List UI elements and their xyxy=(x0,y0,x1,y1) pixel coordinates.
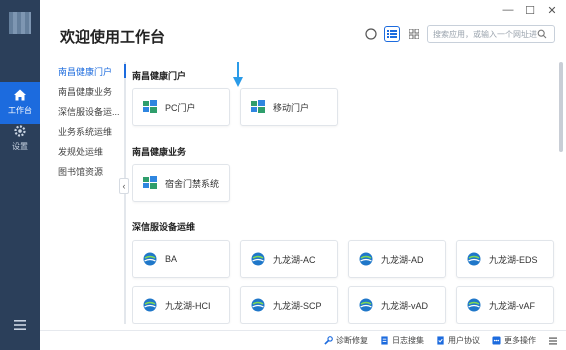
agreement-icon xyxy=(437,336,444,345)
nav-item-system-ops[interactable]: 业务系统运维 xyxy=(58,122,124,142)
footer-label: 更多操作 xyxy=(504,336,536,345)
sangfor-icon xyxy=(359,298,373,312)
app-card-label: PC门户 xyxy=(165,102,196,113)
minimize-button[interactable]: — xyxy=(502,4,514,17)
wrench-icon xyxy=(324,336,333,345)
app-card-label: 移动门户 xyxy=(273,102,310,113)
app-card-jlh-eds[interactable]: 九龙湖-EDS xyxy=(456,240,554,278)
list-view-button[interactable] xyxy=(384,26,400,42)
diagnose-repair-button[interactable]: 诊断修复 xyxy=(324,335,368,346)
sangfor-icon xyxy=(143,298,157,312)
close-button[interactable]: ✕ xyxy=(546,4,558,17)
rail-item-settings[interactable]: 设置 xyxy=(0,118,40,160)
footer-label: 日志搜集 xyxy=(392,336,424,345)
grid-icon xyxy=(409,29,419,39)
grid-view-button[interactable] xyxy=(406,26,422,42)
content-scrollbar[interactable] xyxy=(559,62,563,152)
app-card-jlh-ad[interactable]: 九龙湖-AD xyxy=(348,240,446,278)
more-actions-button[interactable]: 更多操作 xyxy=(492,335,536,346)
nav-item-portal[interactable]: 南昌健康门户 xyxy=(58,62,124,82)
sangfor-icon xyxy=(467,252,481,266)
app-card-pc-portal[interactable]: PC门户 xyxy=(132,88,230,126)
search-input[interactable] xyxy=(433,29,537,39)
home-icon xyxy=(14,89,26,101)
nav-active-indicator xyxy=(124,64,126,78)
list-menu-icon[interactable] xyxy=(548,336,558,346)
sangfor-icon xyxy=(359,252,373,266)
windows-icon xyxy=(143,176,157,189)
sangfor-icon xyxy=(143,252,157,266)
menu-icon[interactable] xyxy=(12,318,28,332)
app-card-mobile-portal[interactable]: 移动门户 xyxy=(240,88,338,126)
app-card-jlh-hci[interactable]: 九龙湖-HCI xyxy=(132,286,230,324)
app-card-label: 九龙湖-vAF xyxy=(489,300,535,311)
main-panel: — ☐ ✕ 欢迎使用工作台 南昌健康门户 南昌健康业务 深信服设备运... 业务… xyxy=(40,0,566,350)
circle-icon[interactable] xyxy=(364,27,378,41)
app-card-label: 九龙湖-AD xyxy=(381,254,424,265)
rail-item-label: 工作台 xyxy=(8,106,32,115)
nav-item-library[interactable]: 图书馆资源 xyxy=(58,162,124,182)
section-title: 南昌健康业务 xyxy=(132,147,187,157)
windows-icon xyxy=(143,100,157,113)
app-card-jlh-vad[interactable]: 九龙湖-vAD xyxy=(348,286,446,324)
app-logo xyxy=(9,12,31,34)
app-card-dorm-access[interactable]: 宿舍门禁系统 xyxy=(132,164,230,202)
nav-item-fagui-ops[interactable]: 发规处运维 xyxy=(58,142,124,162)
app-card-label: 九龙湖-HCI xyxy=(165,300,211,311)
app-content: 南昌健康门户 PC门户 移动门户 南昌健康业务 宿舍门禁系统 深信服设备运维 B… xyxy=(132,62,562,324)
sangfor-icon xyxy=(467,298,481,312)
app-card-label: 宿舍门禁系统 xyxy=(165,178,220,189)
app-card-label: 九龙湖-SCP xyxy=(273,300,322,311)
footer-label: 诊断修复 xyxy=(336,336,368,345)
category-nav: 南昌健康门户 南昌健康业务 深信服设备运... 业务系统运维 发规处运维 图书馆… xyxy=(58,62,124,182)
maximize-button[interactable]: ☐ xyxy=(524,4,536,17)
footer-bar: 诊断修复 日志搜集 用户协议 更多操作 xyxy=(40,330,566,350)
page-title: 欢迎使用工作台 xyxy=(60,29,166,46)
app-card-label: 九龙湖-EDS xyxy=(489,254,538,265)
pointer-arrow-icon xyxy=(233,62,243,87)
sangfor-icon xyxy=(251,298,265,312)
app-card-label: 九龙湖-vAD xyxy=(381,300,428,311)
app-card-label: 九龙湖-AC xyxy=(273,254,316,265)
search-icon[interactable] xyxy=(537,29,547,39)
search-box[interactable] xyxy=(427,25,555,43)
app-card-ba[interactable]: BA xyxy=(132,240,230,278)
sangfor-icon xyxy=(251,252,265,266)
app-card-label: BA xyxy=(165,254,178,264)
app-card-jlh-vaf[interactable]: 九龙湖-vAF xyxy=(456,286,554,324)
rail-item-label: 设置 xyxy=(12,142,28,151)
list-icon xyxy=(387,30,397,38)
log-collect-button[interactable]: 日志搜集 xyxy=(380,335,424,346)
gear-icon xyxy=(14,125,26,137)
collapse-nav-button[interactable]: ‹ xyxy=(119,178,129,194)
document-icon xyxy=(381,336,388,345)
nav-item-business[interactable]: 南昌健康业务 xyxy=(58,82,124,102)
window-controls: — ☐ ✕ xyxy=(502,4,558,17)
user-agreement-button[interactable]: 用户协议 xyxy=(436,335,480,346)
section-title: 南昌健康门户 xyxy=(132,71,187,81)
footer-label: 用户协议 xyxy=(448,336,480,345)
app-card-jlh-ac[interactable]: 九龙湖-AC xyxy=(240,240,338,278)
view-tools xyxy=(364,26,422,42)
nav-item-sangfor-ops[interactable]: 深信服设备运... xyxy=(58,102,124,122)
windows-icon xyxy=(251,100,265,113)
more-icon xyxy=(492,336,501,345)
left-rail: 工作台 设置 xyxy=(0,0,40,350)
section-title: 深信服设备运维 xyxy=(132,222,196,232)
app-card-jlh-scp[interactable]: 九龙湖-SCP xyxy=(240,286,338,324)
